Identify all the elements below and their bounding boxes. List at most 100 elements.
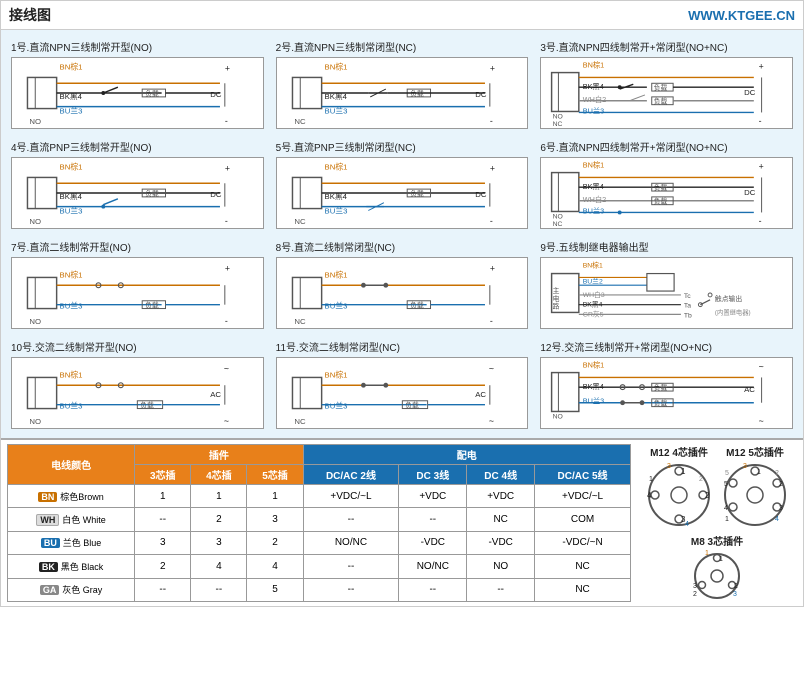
row-bu-p4: 3 xyxy=(191,531,247,554)
svg-text:Tc: Tc xyxy=(684,293,691,300)
header: 接线图 WWW.KTGEE.CN xyxy=(1,1,803,30)
diagram-3: 3号.直流NPN四线制常开+常闭型(NO+NC) NO NC + - BN棕1 … xyxy=(536,36,797,132)
svg-text:Tb: Tb xyxy=(684,312,692,319)
wire-color-table: 电线颜色 插件 配电 3芯插 4芯插 5芯插 DC/AC 2线 DC 3线 DC… xyxy=(7,444,631,602)
diagram-5-box: NC + - BN棕1 BK黑4 负载 BU兰3 DC xyxy=(276,157,529,229)
diagram-8: 8号.直流二线制常闭型(NC) NC + - BN棕1 BU兰3 xyxy=(272,236,533,332)
row-wh-pw4: NC xyxy=(467,508,535,531)
svg-text:负载: 负载 xyxy=(654,83,668,92)
svg-text:2: 2 xyxy=(775,470,779,477)
diagram-2-title: 2号.直流NPN三线制常闭型(NC) xyxy=(276,39,529,54)
svg-text:负载: 负载 xyxy=(654,183,668,192)
svg-text:BN棕1: BN棕1 xyxy=(583,61,604,70)
row-bn-code: BN 棕色Brown xyxy=(8,485,135,508)
row-bu-p5: 2 xyxy=(247,531,303,554)
diagram-11-box: NC ~ ~ BN棕1 BU兰3 负载 AC xyxy=(276,357,529,429)
svg-text:-: - xyxy=(225,216,228,226)
svg-text:BU兰3: BU兰3 xyxy=(324,401,347,411)
svg-text:NC: NC xyxy=(294,417,306,426)
row-ga-p5: 5 xyxy=(247,578,303,601)
diagram-1: 1号.直流NPN三线制常开型(NO) NO + - BN棕1 BK黑4 xyxy=(7,36,268,132)
svg-text:AC: AC xyxy=(210,390,221,399)
svg-text:BN棕1: BN棕1 xyxy=(324,162,347,172)
diagram-7-title: 7号.直流二线制常开型(NO) xyxy=(11,239,264,254)
row-bu-pw5: -VDC/~N xyxy=(535,531,631,554)
row-bk-pw2: -- xyxy=(303,555,399,578)
main-container: 接线图 WWW.KTGEE.CN 1号.直流NPN三线制常开型(NO) NO +… xyxy=(0,0,804,607)
m12-5pin-label: M12 5芯插件 xyxy=(726,444,784,459)
row-bn-pw3: +VDC xyxy=(399,485,467,508)
svg-text:BN棕1: BN棕1 xyxy=(583,361,604,370)
diagram-10-svg: NO ~ ~ BN棕1 BU兰3 负载 AC xyxy=(12,358,263,428)
diagram-12: 12号.交流三线制常开+常闭型(NO+NC) NO ~ ~ BN棕1 BK黑4 … xyxy=(536,336,797,432)
diagram-7-svg: NO + - BN棕1 BU兰3 负载 xyxy=(12,258,263,328)
connector-section: M12 4芯插件 1 2 3 4 xyxy=(637,444,797,602)
table-row-bn: BN 棕色Brown 1 1 1 +VDC/~L +VDC +VDC +VDC/… xyxy=(8,485,631,508)
svg-text:DC: DC xyxy=(744,188,756,197)
svg-text:1: 1 xyxy=(705,550,709,557)
row-bk-p5: 4 xyxy=(247,555,303,578)
diagram-10-box: NO ~ ~ BN棕1 BU兰3 负载 AC xyxy=(11,357,264,429)
svg-text:BU兰3: BU兰3 xyxy=(60,401,83,411)
diagram-11-title: 11号.交流二线制常闭型(NC) xyxy=(276,339,529,354)
col-plugin-5: 5芯插 xyxy=(247,465,303,485)
svg-text:BU兰3: BU兰3 xyxy=(583,106,604,115)
svg-text:-: - xyxy=(759,116,762,126)
svg-text:负载: 负载 xyxy=(145,189,159,198)
svg-text:触点输出: 触点输出 xyxy=(715,294,742,303)
diagram-5: 5号.直流PNP三线制常闭型(NC) NC + - BN棕1 BK黑4 负载 B… xyxy=(272,136,533,232)
diagram-4-box: NO + - BN棕1 BK黑4 负载 BU兰3 DC xyxy=(11,157,264,229)
svg-text:BN棕1: BN棕1 xyxy=(60,269,83,279)
row-ga-code: GA 灰色 Gray xyxy=(8,578,135,601)
svg-text:3: 3 xyxy=(743,463,747,470)
svg-text:+: + xyxy=(489,64,494,74)
diagram-4: 4号.直流PNP三线制常开型(NO) NO + - BN棕1 BK黑4 xyxy=(7,136,268,232)
diagram-2: 2号.直流NPN三线制常闭型(NC) NC + - BN棕1 BK黑4 xyxy=(272,36,533,132)
col-plugin-4: 4芯插 xyxy=(191,465,247,485)
svg-text:-: - xyxy=(225,316,228,326)
svg-text:3: 3 xyxy=(733,591,737,598)
col-plugin-header: 插件 xyxy=(135,445,303,465)
diagram-7: 7号.直流二线制常开型(NO) NO + - BN棕1 BU兰3 负载 xyxy=(7,236,268,332)
svg-text:2: 2 xyxy=(779,481,783,488)
row-wh-code: WH 白色 White xyxy=(8,508,135,531)
diagram-4-svg: NO + - BN棕1 BK黑4 负载 BU兰3 DC xyxy=(12,158,263,228)
col-wire-color: 电线颜色 xyxy=(8,445,135,485)
svg-text:2: 2 xyxy=(734,583,738,590)
diagram-12-title: 12号.交流三线制常开+常闭型(NO+NC) xyxy=(540,339,793,354)
diagram-12-box: NO ~ ~ BN棕1 BK黑4 负载 BU兰3 xyxy=(540,357,793,429)
table-row-bu: BU 兰色 Blue 3 3 2 NO/NC -VDC -VDC -VDC/~N xyxy=(8,531,631,554)
svg-text:4: 4 xyxy=(775,516,779,523)
diagram-8-box: NC + - BN棕1 BU兰3 负载 xyxy=(276,257,529,329)
row-ga-p4: -- xyxy=(191,578,247,601)
svg-text:NC: NC xyxy=(294,317,306,326)
row-wh-p5: 3 xyxy=(247,508,303,531)
svg-text:+: + xyxy=(759,62,764,72)
svg-text:+: + xyxy=(225,164,230,174)
svg-text:~: ~ xyxy=(224,416,229,426)
diagram-11: 11号.交流二线制常闭型(NC) NC ~ ~ BN棕1 BU兰3 负载 xyxy=(272,336,533,432)
svg-text:+: + xyxy=(489,164,494,174)
m8-3pin-group: M8 3芯插件 1 2 3 1 3 2 xyxy=(691,533,743,602)
svg-text:-: - xyxy=(489,316,492,326)
diagram-9-svg: 主 电 路 BN棕1 BU兰2 WH白3 Tc BK黑4 xyxy=(541,258,792,328)
svg-text:(内置继电器): (内置继电器) xyxy=(715,307,751,316)
svg-text:AC: AC xyxy=(744,385,755,394)
svg-text:~: ~ xyxy=(489,416,494,426)
row-bu-code: BU 兰色 Blue xyxy=(8,531,135,554)
svg-text:~: ~ xyxy=(224,364,229,374)
svg-text:BU兰3: BU兰3 xyxy=(324,301,347,311)
col-power-4: DC 4线 xyxy=(467,465,535,485)
svg-text:BU兰2: BU兰2 xyxy=(583,276,603,285)
svg-text:2: 2 xyxy=(693,591,697,598)
m8-3pin-label: M8 3芯插件 xyxy=(691,533,743,548)
row-bk-pw5: NC xyxy=(535,555,631,578)
row-ga-pw3: -- xyxy=(399,578,467,601)
svg-text:BN棕1: BN棕1 xyxy=(324,269,347,279)
diagram-6-svg: NO NC + - BN棕1 BK黑4 负载 WH白2 负载 BU xyxy=(541,158,792,228)
row-bk-pw3: NO/NC xyxy=(399,555,467,578)
svg-text:负载: 负载 xyxy=(654,383,668,392)
diagram-9-box: 主 电 路 BN棕1 BU兰2 WH白3 Tc BK黑4 xyxy=(540,257,793,329)
diagram-4-title: 4号.直流PNP三线制常开型(NO) xyxy=(11,139,264,154)
col-power-2: DC/AC 2线 xyxy=(303,465,399,485)
